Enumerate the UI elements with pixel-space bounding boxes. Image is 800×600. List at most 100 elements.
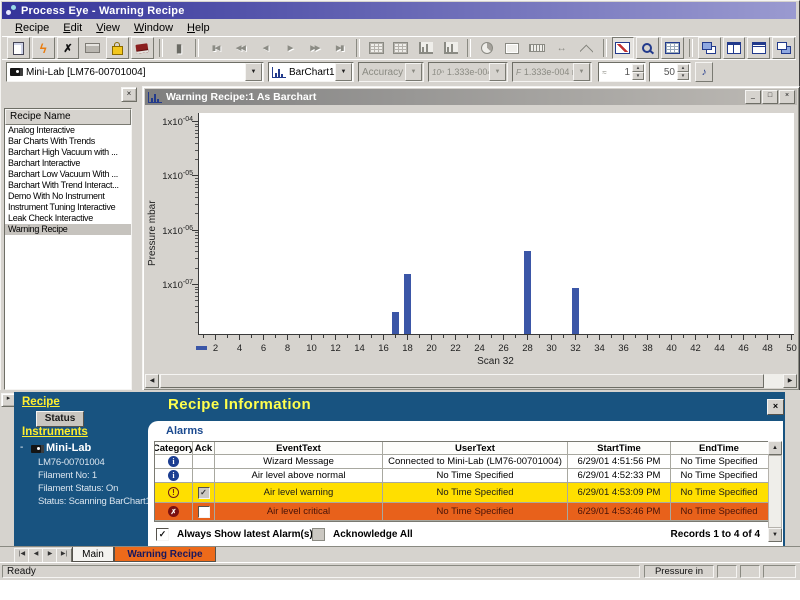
- chart-window-titlebar[interactable]: Warning Recipe:1 As Barchart _ □ ×: [145, 89, 797, 105]
- chart-combo[interactable]: BarChart1 ▼: [268, 62, 354, 82]
- stop-recipe-button[interactable]: ✗: [57, 37, 80, 59]
- chart-combo-dropdown[interactable]: ▼: [335, 63, 352, 81]
- tab-last-icon[interactable]: ▶|: [56, 548, 72, 563]
- title-bar[interactable]: Process Eye - Warning Recipe: [2, 2, 796, 19]
- y-minor-tick: [195, 258, 198, 259]
- y-minor-tick: [195, 184, 198, 185]
- ack-checkbox[interactable]: ✓: [198, 487, 210, 499]
- last-mass-down-icon[interactable]: ▼: [677, 72, 689, 80]
- recipe-list-item[interactable]: Warning Recipe: [5, 224, 131, 235]
- zoom-button[interactable]: [636, 37, 659, 59]
- barchart-view-button[interactable]: [612, 37, 635, 59]
- x-tick-label: 18: [399, 343, 416, 354]
- tree-node-minilab[interactable]: Mini-Lab: [46, 442, 91, 454]
- alarms-scroll-up-icon[interactable]: ▲: [768, 441, 782, 455]
- column-header-ack[interactable]: Ack: [193, 442, 215, 454]
- bring-to-front-button[interactable]: [772, 37, 795, 59]
- scrollbar-thumb[interactable]: [160, 374, 764, 388]
- scroll-right-icon[interactable]: ▶: [783, 374, 797, 388]
- app-icon: [5, 5, 17, 16]
- tile-vertical-button[interactable]: [723, 37, 746, 59]
- x-tick: [455, 335, 456, 340]
- info-panel-close-icon[interactable]: ×: [767, 399, 784, 415]
- menu-item-window[interactable]: Window: [127, 21, 180, 35]
- scroll-left-icon[interactable]: ◀: [145, 374, 159, 388]
- alarms-scroll-down-icon[interactable]: ▼: [768, 528, 782, 542]
- recipe-panel-close-button[interactable]: ×: [121, 87, 137, 102]
- first-mass-updown[interactable]: ▲▼: [632, 64, 644, 80]
- recipe-list-item[interactable]: Barchart With Trend Interact...: [5, 180, 131, 191]
- last-mass-up-icon[interactable]: ▲: [677, 64, 689, 72]
- alarm-ack-cell[interactable]: ✓: [193, 483, 215, 502]
- tab-main[interactable]: Main: [72, 547, 114, 562]
- barchart-icon: [272, 67, 286, 78]
- alarm-ack-cell[interactable]: [193, 503, 215, 520]
- x-tick: [275, 335, 276, 338]
- column-header-eventtext[interactable]: EventText: [215, 442, 383, 454]
- y-minor-tick: [195, 213, 198, 214]
- acknowledge-all-checkbox[interactable]: [312, 528, 325, 541]
- run-recipe-button[interactable]: ϟ: [32, 37, 55, 59]
- nav-button-status[interactable]: Status: [36, 411, 84, 427]
- recipe-list-item[interactable]: Demo With No Instrument: [5, 191, 131, 202]
- x-tick: [707, 335, 708, 338]
- ack-checkbox[interactable]: [198, 506, 210, 518]
- last-scan-icon: ▶▮: [336, 44, 343, 52]
- x-tick-label: 4: [231, 343, 248, 354]
- alarms-scrollbar-track[interactable]: [768, 455, 782, 528]
- recipe-list-item[interactable]: Barchart Interactive: [5, 158, 131, 169]
- chart-minimize-button[interactable]: _: [745, 90, 761, 104]
- lock-button[interactable]: [106, 37, 129, 59]
- nav-link-instruments[interactable]: Instruments: [22, 426, 88, 438]
- audio-alert-button[interactable]: ♪: [695, 62, 713, 82]
- exponent-range-combo: 10ⁿ 1.333e-004 mbar ▼: [428, 62, 508, 82]
- column-header-starttime[interactable]: StartTime: [568, 442, 671, 454]
- recipe-list-item[interactable]: Instrument Tuning Interactive: [5, 202, 131, 213]
- first-mass-up-icon[interactable]: ▲: [632, 64, 644, 72]
- alarm-category-cell: i: [155, 455, 193, 468]
- menu-item-help[interactable]: Help: [180, 21, 217, 35]
- data-table-button[interactable]: [661, 37, 684, 59]
- column-header-endtime[interactable]: EndTime: [671, 442, 767, 454]
- x-tick-label: 44: [711, 343, 728, 354]
- x-tick: [575, 335, 576, 340]
- recipe-list-item[interactable]: Analog Interactive: [5, 125, 131, 136]
- column-header-usertext[interactable]: UserText: [383, 442, 568, 454]
- x-tick-label: 40: [663, 343, 680, 354]
- single-chart-button: [414, 37, 437, 59]
- menu-item-view[interactable]: View: [89, 21, 127, 35]
- menu-item-edit[interactable]: Edit: [56, 21, 89, 35]
- recipe-list-item[interactable]: Bar Charts With Trends: [5, 136, 131, 147]
- window-title: Process Eye - Warning Recipe: [21, 5, 185, 17]
- recipe-list-header[interactable]: Recipe Name: [5, 109, 131, 125]
- chart-close-button[interactable]: ×: [779, 90, 795, 104]
- cascade-windows-button[interactable]: [698, 37, 721, 59]
- chart-maximize-button[interactable]: □: [762, 90, 778, 104]
- last-mass-spinner[interactable]: 50 ▲▼: [649, 62, 691, 82]
- process-eye-application: Process Eye - Warning Recipe RecipeEditV…: [0, 0, 800, 600]
- tile-horizontal-button[interactable]: [747, 37, 770, 59]
- first-mass-down-icon[interactable]: ▼: [632, 72, 644, 80]
- record-icon: ▮: [176, 41, 183, 55]
- nav-link-recipe[interactable]: Recipe: [22, 396, 60, 408]
- new-recipe-button[interactable]: [7, 37, 30, 59]
- recipe-list-item[interactable]: Leak Check Interactive: [5, 213, 131, 224]
- always-show-checkbox[interactable]: ✓: [156, 528, 169, 541]
- tab-warning-recipe[interactable]: Warning Recipe: [114, 547, 216, 562]
- last-mass-updown[interactable]: ▲▼: [677, 64, 689, 80]
- recipe-list-item[interactable]: Barchart High Vacuum with ...: [5, 147, 131, 158]
- recipe-list-item[interactable]: Barchart Low Vacuum With ...: [5, 169, 131, 180]
- instrument-combo[interactable]: Mini-Lab [LM76-00701004] ▼: [6, 62, 264, 82]
- column-header-category[interactable]: Category: [155, 442, 193, 454]
- tree-expander-icon[interactable]: -: [20, 442, 23, 453]
- x-tick-label: 8: [279, 343, 296, 354]
- chart-horizontal-scrollbar[interactable]: ◀ ▶: [145, 374, 797, 388]
- menu-item-recipe[interactable]: Recipe: [8, 21, 56, 35]
- instrument-combo-dropdown[interactable]: ▼: [245, 63, 262, 81]
- y-minor-tick: [195, 289, 198, 290]
- first-mass-spinner[interactable]: ≈ 1 ▲▼: [598, 62, 646, 82]
- toolbar-separator: [689, 39, 693, 57]
- help-book-button[interactable]: [131, 37, 154, 59]
- next-scan-button: ▶: [279, 37, 302, 59]
- y-minor-tick: [195, 197, 198, 198]
